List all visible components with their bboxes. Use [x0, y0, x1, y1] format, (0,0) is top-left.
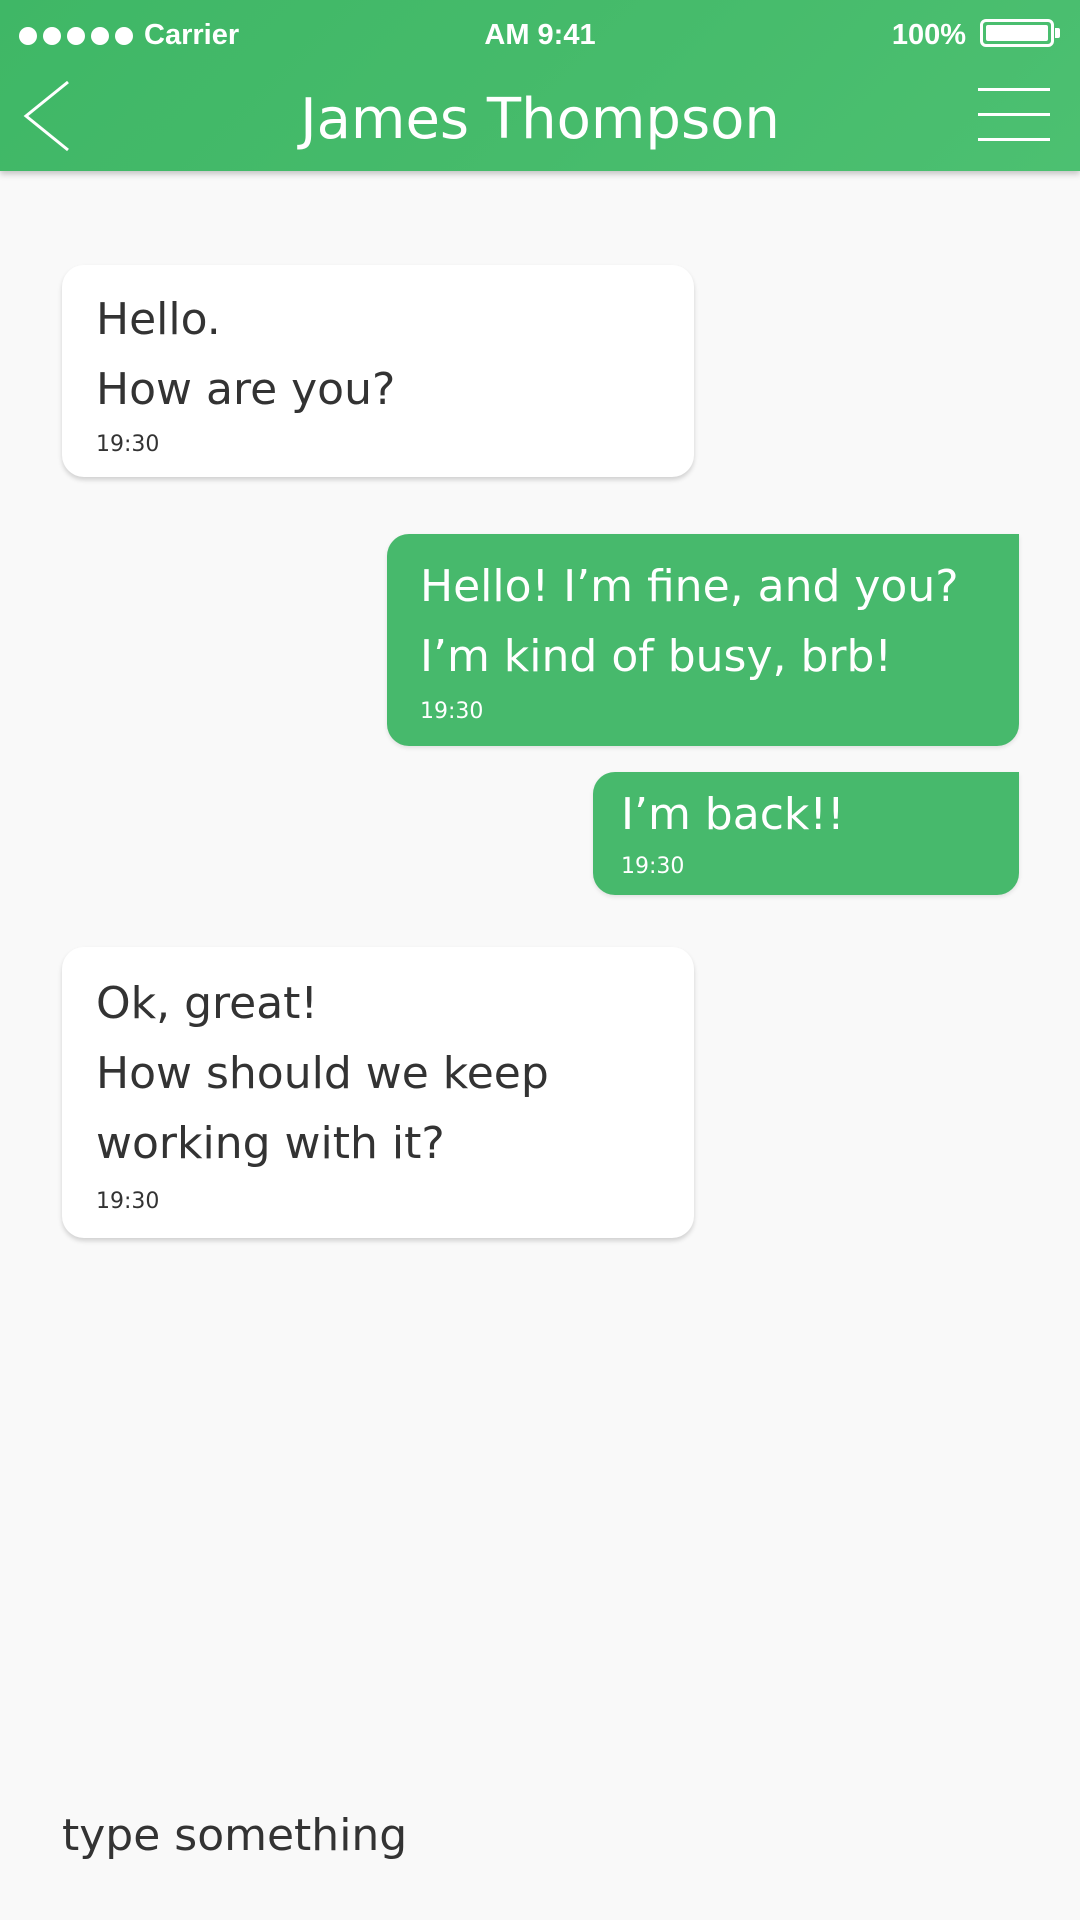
message-line: working with it? — [96, 1118, 445, 1169]
outgoing-message-bubble[interactable]: Hello! I’m fine, and you? I’m kind of bu… — [387, 534, 1019, 746]
battery-fill — [986, 25, 1048, 41]
battery-percent: 100% — [891, 19, 966, 51]
message-line: I’m back!! — [621, 789, 845, 840]
navigation-header: Carrier AM 9:41 100% James Thompson — [0, 0, 1080, 171]
message-line: How are you? — [96, 364, 396, 415]
incoming-message-bubble[interactable]: Hello. How are you? 19:30 — [62, 265, 694, 477]
message-line: How should we keep — [96, 1048, 549, 1099]
message-line: Hello. — [96, 294, 221, 345]
conversation-title: James Thompson — [300, 87, 780, 152]
menu-bar-line — [978, 138, 1050, 141]
outgoing-message-bubble[interactable]: I’m back!! 19:30 — [593, 772, 1019, 895]
message-line: Ok, great! — [96, 978, 319, 1029]
message-timestamp: 19:30 — [621, 854, 685, 879]
message-input[interactable] — [62, 1800, 1022, 1870]
status-bar: Carrier AM 9:41 100% — [0, 0, 1080, 70]
message-line: I’m kind of busy, brb! — [420, 631, 893, 682]
menu-bar-line — [978, 88, 1050, 91]
message-timestamp: 19:30 — [96, 1189, 160, 1214]
message-line: Hello! I’m fine, and you? — [420, 561, 959, 612]
message-timestamp: 19:30 — [96, 432, 160, 457]
menu-button[interactable] — [978, 88, 1050, 144]
battery-icon — [980, 19, 1060, 47]
menu-bar-line — [978, 113, 1050, 116]
incoming-message-bubble[interactable]: Ok, great! How should we keep working wi… — [62, 947, 694, 1238]
battery-tip — [1055, 28, 1060, 38]
message-timestamp: 19:30 — [420, 699, 484, 724]
